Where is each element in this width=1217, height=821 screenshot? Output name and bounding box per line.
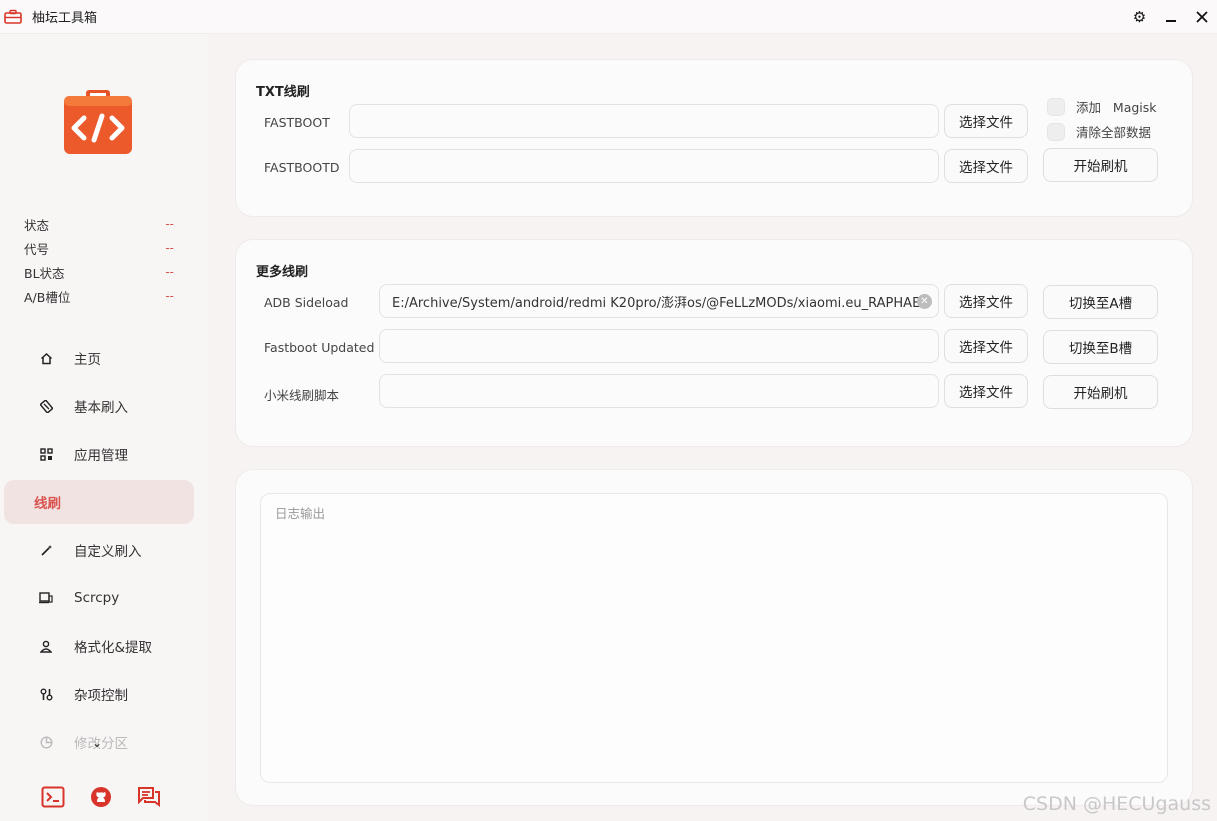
sidebar-item-basic-flash[interactable]: 基本刷入 xyxy=(4,384,194,428)
fastbootd-select-file-button[interactable]: 选择文件 xyxy=(944,149,1028,183)
main-content: TXT线刷 FASTBOOT 选择文件 FASTBOOTD 选择文件 添加 Ma… xyxy=(208,34,1217,821)
clear-input-icon[interactable]: ✕ xyxy=(917,294,932,309)
ab-slot-label: A/B槽位 xyxy=(24,289,71,305)
chevron-down-icon[interactable]: ⌄ xyxy=(92,736,102,750)
fastboot-updated-input[interactable] xyxy=(379,329,939,363)
tools-icon xyxy=(38,686,54,702)
codename-row: 代号 -- xyxy=(24,236,174,260)
adb-sideload-input[interactable]: E:/Archive/System/android/redmi K20pro/澎… xyxy=(379,284,939,318)
add-magisk-checkbox[interactable]: 添加 Magisk xyxy=(1047,97,1157,116)
txt-flash-card: TXT线刷 FASTBOOT 选择文件 FASTBOOTD 选择文件 添加 Ma… xyxy=(235,59,1193,217)
close-icon[interactable] xyxy=(1186,0,1217,34)
sidebar-item-label: Scrcpy xyxy=(74,590,120,606)
pie-icon xyxy=(38,734,54,750)
codename-value: -- xyxy=(165,241,174,255)
settings-gear-icon[interactable]: ⚙ xyxy=(1124,0,1155,34)
fastboot-input[interactable] xyxy=(349,104,939,138)
sidebar-item-misc-control[interactable]: 杂项控制 xyxy=(4,672,194,716)
status-label: 状态 xyxy=(24,217,50,233)
github-icon[interactable] xyxy=(88,784,114,810)
status-row: 状态 -- xyxy=(24,212,174,236)
minimize-icon[interactable] xyxy=(1155,0,1186,34)
sidebar: 状态 -- 代号 -- BL状态 -- A/B槽位 -- 主页 基本刷入 应用管… xyxy=(0,34,208,821)
sidebar-item-label: 应用管理 xyxy=(74,448,128,464)
app-logo xyxy=(62,90,134,156)
bl-status-value: -- xyxy=(165,265,174,279)
ab-slot-row: A/B槽位 -- xyxy=(24,284,174,308)
status-value: -- xyxy=(165,217,174,231)
wipe-data-checkbox[interactable]: 清除全部数据 xyxy=(1047,122,1151,141)
adb-sideload-path: E:/Archive/System/android/redmi K20pro/澎… xyxy=(392,295,928,311)
sidebar-item-label: 杂项控制 xyxy=(74,688,128,704)
codename-label: 代号 xyxy=(24,241,50,257)
mi-flash-script-label: 小米线刷脚本 xyxy=(264,388,340,403)
switch-slot-a-button[interactable]: 切换至A槽 xyxy=(1043,285,1158,319)
more-start-flash-button[interactable]: 开始刷机 xyxy=(1043,375,1158,409)
card-title: 更多线刷 xyxy=(256,265,309,280)
sidebar-item-label: 主页 xyxy=(74,352,101,368)
sidebar-item-home[interactable]: 主页 xyxy=(4,336,194,380)
title-bar: 柚坛工具箱 ⚙ xyxy=(0,0,1217,34)
adb-sideload-label: ADB Sideload xyxy=(264,295,349,310)
fastboot-select-file-button[interactable]: 选择文件 xyxy=(944,104,1028,138)
fastboot-updated-label: Fastboot Updated xyxy=(264,340,375,355)
sidebar-item-label: 基本刷入 xyxy=(74,400,128,416)
flash-icon xyxy=(38,398,54,414)
mi-flash-script-select-file-button[interactable]: 选择文件 xyxy=(944,374,1028,408)
sidebar-item-label: 格式化&提取 xyxy=(74,640,153,656)
person-icon xyxy=(38,638,54,654)
fastboot-updated-select-file-button[interactable]: 选择文件 xyxy=(944,329,1028,363)
adb-sideload-select-file-button[interactable]: 选择文件 xyxy=(944,284,1028,318)
app-title: 柚坛工具箱 xyxy=(32,11,98,26)
sidebar-item-format-extract[interactable]: 格式化&提取 xyxy=(4,624,194,668)
txt-start-flash-button[interactable]: 开始刷机 xyxy=(1043,148,1158,182)
watermark: CSDN @HECUgauss xyxy=(1022,793,1211,815)
sidebar-nav: 主页 基本刷入 应用管理 线刷 自定义刷入 Scrcpy 格式化&提取 杂项控制… xyxy=(4,336,194,768)
mi-flash-script-input[interactable] xyxy=(379,374,939,408)
screen-icon xyxy=(38,590,54,606)
sidebar-footer xyxy=(40,784,162,810)
sidebar-item-scrcpy[interactable]: Scrcpy xyxy=(4,576,194,620)
sidebar-item-line-flash[interactable]: 线刷 xyxy=(4,480,194,524)
apps-icon xyxy=(38,446,54,462)
sidebar-item-label: 自定义刷入 xyxy=(74,544,142,560)
fastbootd-label: FASTBOOTD xyxy=(264,160,340,175)
bl-status-label: BL状态 xyxy=(24,265,65,281)
wand-icon xyxy=(38,542,54,558)
fastbootd-input[interactable] xyxy=(349,149,939,183)
chat-icon[interactable] xyxy=(136,784,162,810)
home-icon xyxy=(38,350,54,366)
switch-slot-b-button[interactable]: 切换至B槽 xyxy=(1043,330,1158,364)
log-output[interactable]: 日志输出 xyxy=(260,493,1168,783)
ab-slot-value: -- xyxy=(165,289,174,303)
sidebar-item-label: 线刷 xyxy=(34,496,61,512)
sidebar-item-app-manage[interactable]: 应用管理 xyxy=(4,432,194,476)
fastboot-label: FASTBOOT xyxy=(264,115,330,130)
checkbox-box[interactable] xyxy=(1047,122,1065,141)
checkbox-box[interactable] xyxy=(1047,97,1065,116)
card-title: TXT线刷 xyxy=(256,85,310,100)
toolbox-icon xyxy=(4,9,22,25)
terminal-icon[interactable] xyxy=(40,784,66,810)
bl-status-row: BL状态 -- xyxy=(24,260,174,284)
checkbox-label: 添加 Magisk xyxy=(1076,100,1157,115)
more-flash-card: 更多线刷 ADB Sideload E:/Archive/System/andr… xyxy=(235,239,1193,447)
sidebar-item-custom-flash[interactable]: 自定义刷入 xyxy=(4,528,194,572)
device-status-panel: 状态 -- 代号 -- BL状态 -- A/B槽位 -- xyxy=(24,212,174,308)
checkbox-label: 清除全部数据 xyxy=(1076,125,1152,140)
log-placeholder: 日志输出 xyxy=(275,506,326,521)
